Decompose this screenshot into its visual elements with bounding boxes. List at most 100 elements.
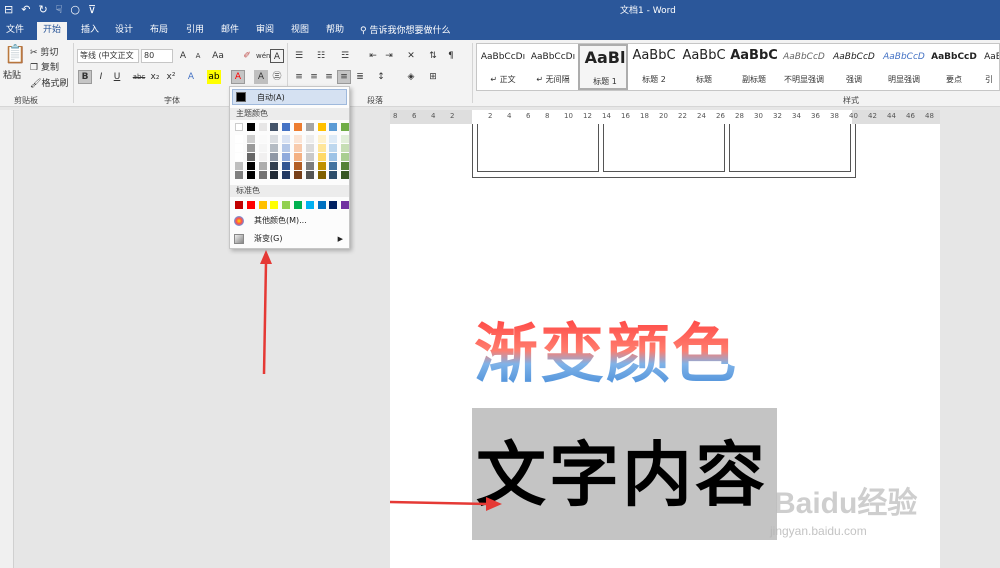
show-marks-icon[interactable]: ¶ (444, 49, 458, 63)
tab-view[interactable]: 视图 (285, 22, 315, 40)
style-quote[interactable]: AaBbC 引 (979, 44, 999, 90)
theme-color-swatch[interactable] (341, 135, 350, 143)
tab-review[interactable]: 审阅 (250, 22, 280, 40)
cut-button[interactable]: ✂ 剪切 (30, 45, 58, 58)
theme-color-swatch[interactable] (270, 123, 279, 131)
theme-color-swatch[interactable] (246, 135, 255, 143)
selected-content-text[interactable]: 文字内容 (476, 430, 768, 520)
style-subtle-emphasis[interactable]: AaBbCcD 不明显强调 (779, 44, 829, 90)
theme-color-swatch[interactable] (317, 144, 326, 152)
theme-color-swatch[interactable] (258, 135, 267, 143)
underline-button[interactable]: U (110, 70, 124, 84)
theme-color-swatch[interactable] (305, 153, 314, 161)
theme-color-swatch[interactable] (246, 171, 255, 179)
theme-color-swatch[interactable] (317, 171, 326, 179)
format-painter-button[interactable]: 🖌格式刷 (30, 76, 68, 89)
standard-color-swatch[interactable] (235, 201, 243, 209)
shrink-font-button[interactable]: A (191, 49, 205, 63)
phonetic-guide-icon[interactable]: wén (256, 49, 270, 63)
gradient-heading-text[interactable]: 渐变颜色 (474, 310, 774, 400)
style-normal[interactable]: AaBbCcDı ↵ 正文 (478, 44, 528, 90)
theme-color-swatch[interactable] (305, 144, 314, 152)
paste-icon[interactable]: 📋 (4, 44, 26, 65)
style-heading-2[interactable]: AaBbC 标题 2 (629, 44, 679, 90)
theme-color-swatch[interactable] (258, 171, 267, 179)
highlight-icon[interactable]: ab (207, 70, 221, 84)
theme-color-swatch[interactable] (246, 153, 255, 161)
justify-icon[interactable]: ≡ (337, 70, 351, 84)
theme-color-swatch[interactable] (270, 162, 279, 170)
table-cell[interactable] (603, 124, 725, 172)
theme-color-swatch[interactable] (329, 144, 338, 152)
horizontal-ruler[interactable]: 8 6 4 2 2 4 6 8 10 12 14 16 18 20 22 24 26 28 30 32 34 36 38 40… (390, 110, 940, 124)
align-left-icon[interactable]: ≡ (292, 70, 306, 84)
theme-color-swatch[interactable] (282, 171, 291, 179)
font-size-combo[interactable]: 80 (141, 49, 173, 63)
theme-color-swatch[interactable] (270, 135, 279, 143)
theme-color-swatch[interactable] (329, 135, 338, 143)
standard-color-swatch[interactable] (317, 201, 326, 209)
font-name-combo[interactable]: 等线 (中文正文 (77, 49, 139, 63)
enclose-char-icon[interactable]: ㊂ (270, 70, 284, 84)
style-emphasis[interactable]: AaBbCcD 强调 (829, 44, 879, 90)
standard-color-swatch[interactable] (341, 201, 350, 209)
tab-mailings[interactable]: 邮件 (215, 22, 245, 40)
theme-color-swatch[interactable] (329, 153, 338, 161)
theme-color-swatch[interactable] (341, 162, 350, 170)
superscript-button[interactable]: x² (164, 70, 178, 84)
decrease-indent-icon[interactable]: ⇤ (366, 49, 380, 63)
tab-references[interactable]: 引用 (180, 22, 210, 40)
theme-color-swatch[interactable] (246, 162, 255, 170)
theme-color-swatch[interactable] (270, 171, 279, 179)
theme-color-swatch[interactable] (329, 162, 338, 170)
bullets-icon[interactable]: ☰ (292, 49, 306, 63)
tab-file[interactable]: 文件 (0, 22, 30, 40)
theme-color-swatch[interactable] (305, 135, 314, 143)
style-subtitle[interactable]: AaBbC 副标题 (729, 44, 779, 90)
tell-me-search[interactable]: ⚲ 告诉我你想要做什么 (360, 23, 450, 36)
standard-color-swatch[interactable] (258, 201, 267, 209)
italic-button[interactable]: I (94, 70, 108, 84)
auto-color-option[interactable]: 自动(A) (232, 89, 347, 105)
theme-color-swatch[interactable] (235, 144, 243, 152)
style-strong[interactable]: AaBbCcD 要点 (929, 44, 979, 90)
theme-color-swatch[interactable] (258, 123, 267, 131)
undo-icon[interactable]: ↶ (21, 2, 30, 18)
theme-color-swatch[interactable] (282, 153, 291, 161)
standard-color-swatch[interactable] (305, 201, 314, 209)
theme-color-swatch[interactable] (235, 153, 243, 161)
theme-color-swatch[interactable] (258, 144, 267, 152)
theme-color-swatch[interactable] (282, 135, 291, 143)
theme-color-swatch[interactable] (246, 144, 255, 152)
theme-color-swatch[interactable] (235, 135, 243, 143)
line-spacing-icon[interactable]: ↕ (374, 70, 388, 84)
style-heading-1[interactable]: AaBl 标题 1 (578, 44, 628, 90)
standard-color-swatch[interactable] (246, 201, 255, 209)
customize-qat-icon[interactable]: ⊽ (88, 2, 96, 18)
theme-color-swatch[interactable] (305, 123, 314, 131)
font-color-button[interactable]: A (231, 70, 245, 84)
standard-color-swatch[interactable] (329, 201, 338, 209)
theme-color-swatch[interactable] (282, 144, 291, 152)
redo-icon[interactable]: ↻ (38, 2, 47, 18)
distributed-icon[interactable]: ≣ (353, 70, 367, 84)
theme-color-swatch[interactable] (294, 153, 302, 161)
theme-color-swatch[interactable] (341, 123, 350, 131)
subscript-button[interactable]: x₂ (148, 70, 162, 84)
style-no-spacing[interactable]: AaBbCcDı ↵ 无间隔 (528, 44, 578, 90)
theme-color-swatch[interactable] (329, 123, 338, 131)
align-center-icon[interactable]: ≡ (307, 70, 321, 84)
theme-color-swatch[interactable] (341, 171, 350, 179)
circle-icon[interactable]: ○ (70, 2, 80, 18)
theme-color-swatch[interactable] (305, 162, 314, 170)
char-border-icon[interactable]: A (270, 49, 284, 63)
theme-color-swatch[interactable] (305, 171, 314, 179)
standard-color-swatch[interactable] (270, 201, 279, 209)
tab-design[interactable]: 设计 (109, 22, 139, 40)
theme-color-swatch[interactable] (235, 123, 243, 131)
strikethrough-button[interactable]: abc (130, 70, 148, 84)
save-icon[interactable]: ⊟ (4, 2, 13, 18)
table-cell[interactable] (477, 124, 599, 172)
theme-color-swatch[interactable] (246, 123, 255, 131)
tab-help[interactable]: 帮助 (320, 22, 350, 40)
